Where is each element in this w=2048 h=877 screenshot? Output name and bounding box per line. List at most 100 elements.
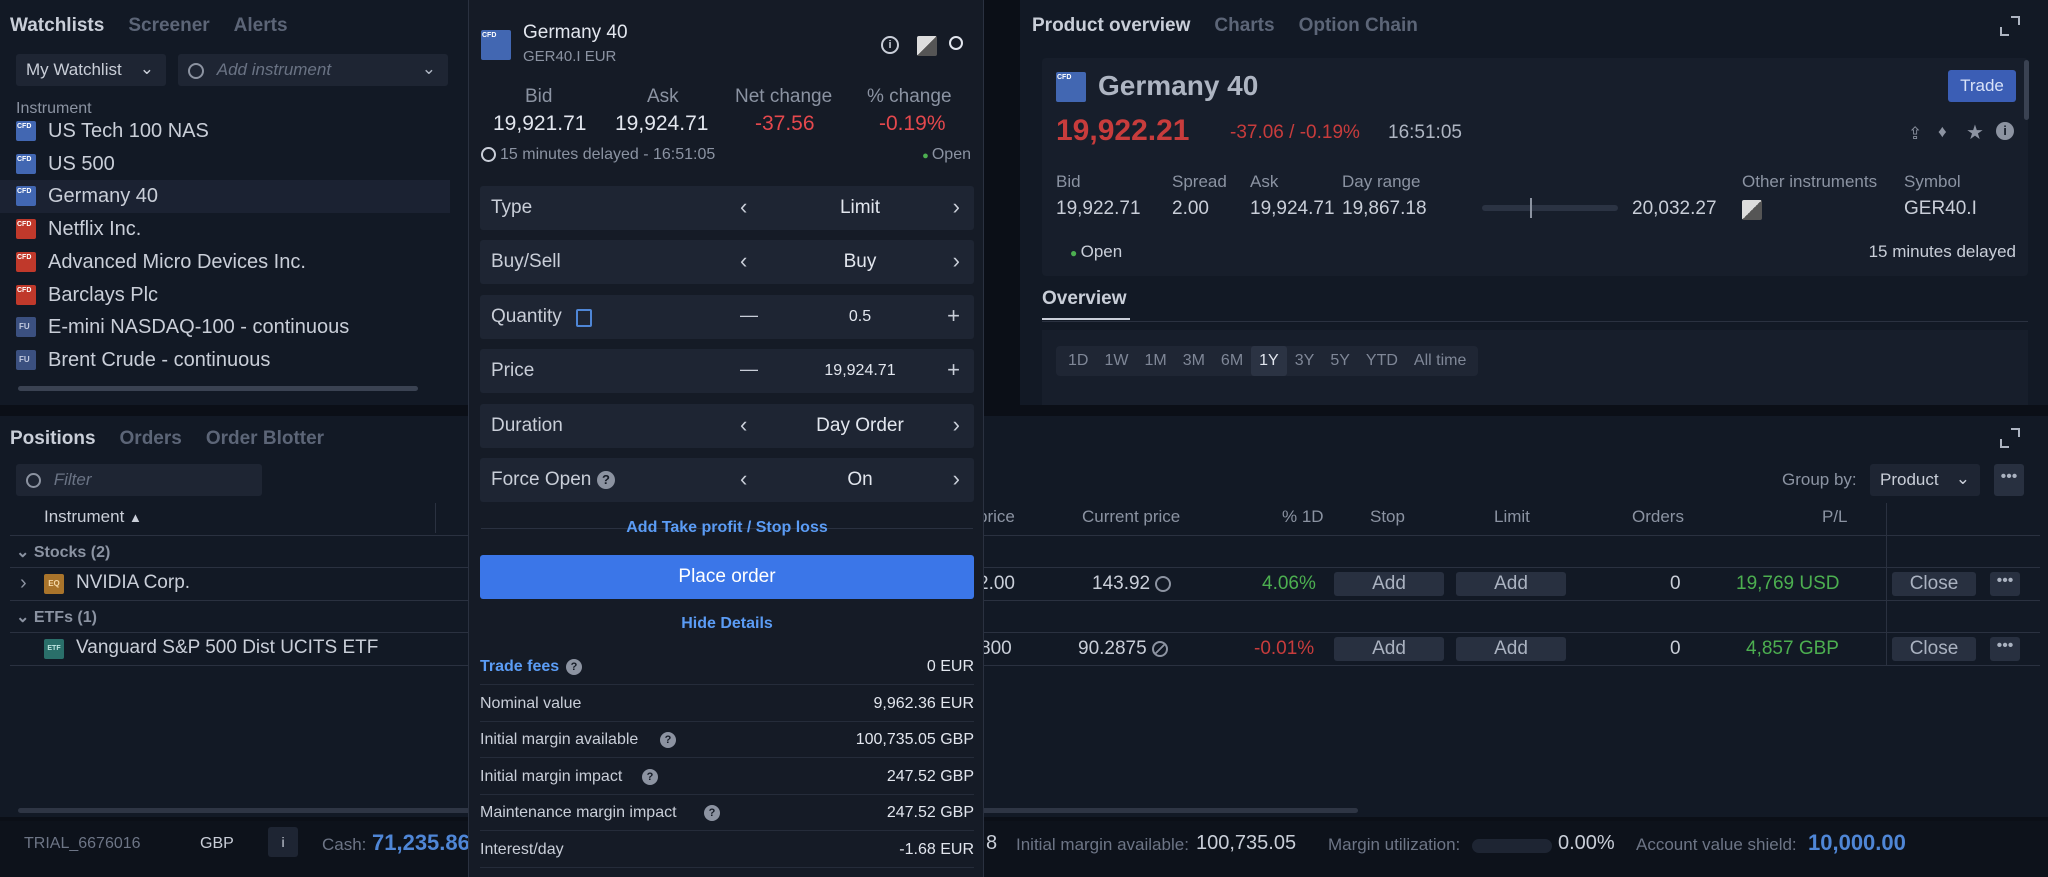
position-name[interactable]: NVIDIA Corp. bbox=[76, 572, 190, 594]
row-more-button[interactable]: ••• bbox=[1990, 572, 2020, 596]
help-icon[interactable]: ? bbox=[704, 805, 720, 822]
column-instrument[interactable]: Instrument ▲ bbox=[44, 507, 142, 527]
chevron-left-icon[interactable]: ‹ bbox=[740, 194, 747, 220]
place-order-button[interactable]: Place order bbox=[480, 555, 974, 599]
account-info-button[interactable]: i bbox=[268, 827, 298, 857]
add-limit-button[interactable]: Add bbox=[1456, 572, 1566, 596]
tab-orders[interactable]: Orders bbox=[120, 428, 182, 450]
column-pl[interactable]: P/L bbox=[1822, 507, 1848, 527]
period-1y[interactable]: 1Y bbox=[1251, 346, 1287, 376]
column-orders[interactable]: Orders bbox=[1632, 507, 1684, 527]
help-icon[interactable]: ? bbox=[642, 768, 658, 785]
watchlist-row[interactable]: Netflix Inc. bbox=[0, 213, 450, 246]
close-position-button[interactable]: Close bbox=[1892, 572, 1976, 596]
chevron-left-icon[interactable]: ‹ bbox=[740, 466, 747, 492]
group-stocks[interactable]: ⌄ Stocks (2) bbox=[16, 542, 110, 562]
field-value[interactable]: 0.5 bbox=[770, 308, 950, 326]
chevron-right-icon[interactable]: › bbox=[20, 572, 27, 595]
field-buy-sell[interactable]: Buy/Sell ‹ Buy › bbox=[480, 240, 974, 285]
row-more-button[interactable]: ••• bbox=[1990, 637, 2020, 661]
bell-icon[interactable]: ♦ bbox=[1938, 122, 1947, 142]
group-by-select[interactable]: Product ⌄ bbox=[1870, 464, 1980, 496]
trade-button[interactable]: Trade bbox=[1948, 70, 2016, 102]
calculator-icon[interactable] bbox=[576, 308, 592, 327]
close-position-button[interactable]: Close bbox=[1892, 637, 1976, 661]
field-force-open[interactable]: Force Open? ‹ On › bbox=[480, 458, 974, 502]
chevron-left-icon[interactable]: ‹ bbox=[740, 412, 747, 438]
ask-value[interactable]: 19,924.71 bbox=[615, 112, 708, 136]
field-value[interactable]: On bbox=[770, 469, 950, 491]
bid-value[interactable]: 19,921.71 bbox=[493, 112, 586, 136]
fullscreen-icon[interactable] bbox=[2000, 16, 2020, 36]
period-ytd[interactable]: YTD bbox=[1358, 346, 1406, 376]
detail-label[interactable]: Trade fees bbox=[480, 658, 559, 676]
hide-details-link[interactable]: Hide Details bbox=[469, 615, 985, 633]
column-stop[interactable]: Stop bbox=[1370, 507, 1405, 527]
period-1w[interactable]: 1W bbox=[1096, 346, 1136, 376]
field-price[interactable]: Price — 19,924.71 + bbox=[480, 349, 974, 394]
period-1m[interactable]: 1M bbox=[1136, 346, 1174, 376]
chart-icon[interactable] bbox=[1742, 200, 1762, 220]
group-etfs[interactable]: ⌄ ETFs (1) bbox=[16, 607, 97, 627]
tab-charts[interactable]: Charts bbox=[1214, 15, 1274, 37]
watchlist-select[interactable]: My Watchlist ⌄ bbox=[16, 54, 166, 86]
plus-icon[interactable]: + bbox=[947, 303, 960, 329]
watchlist-row[interactable]: US Tech 100 NAS bbox=[0, 115, 450, 148]
field-duration[interactable]: Duration ‹ Day Order › bbox=[480, 403, 974, 448]
period-1d[interactable]: 1D bbox=[1060, 346, 1096, 376]
field-value[interactable]: Buy bbox=[770, 251, 950, 273]
tab-order-blotter[interactable]: Order Blotter bbox=[206, 428, 324, 450]
info-icon[interactable]: i bbox=[881, 36, 899, 54]
chevron-right-icon[interactable]: › bbox=[953, 194, 960, 220]
plus-icon[interactable]: + bbox=[947, 357, 960, 383]
add-tp-sl-link[interactable]: Add Take profit / Stop loss bbox=[469, 519, 985, 537]
field-value[interactable]: 19,924.71 bbox=[770, 362, 950, 380]
watchlist-row[interactable]: US 500 bbox=[0, 148, 450, 181]
watchlist-row[interactable]: Advanced Micro Devices Inc. bbox=[0, 246, 450, 279]
star-icon[interactable]: ★ bbox=[1966, 120, 1984, 145]
add-stop-button[interactable]: Add bbox=[1334, 572, 1444, 596]
field-value[interactable]: Day Order bbox=[770, 415, 950, 437]
filter-input[interactable]: Filter bbox=[16, 464, 262, 496]
account-id[interactable]: TRIAL_6676016 bbox=[24, 835, 141, 853]
search-icon[interactable] bbox=[949, 36, 963, 50]
help-icon[interactable]: ? bbox=[660, 732, 676, 749]
tab-product-overview[interactable]: Product overview bbox=[1032, 15, 1190, 37]
period-all-time[interactable]: All time bbox=[1406, 346, 1474, 376]
add-stop-button[interactable]: Add bbox=[1334, 637, 1444, 661]
chevron-right-icon[interactable]: › bbox=[953, 248, 960, 274]
field-value[interactable]: Limit bbox=[770, 197, 950, 219]
watchlist-row[interactable]: Barclays Plc bbox=[0, 279, 450, 312]
tab-option-chain[interactable]: Option Chain bbox=[1299, 15, 1418, 37]
column-current-price[interactable]: Current price bbox=[1082, 507, 1180, 527]
fullscreen-icon[interactable] bbox=[2000, 428, 2020, 448]
period-6m[interactable]: 6M bbox=[1213, 346, 1251, 376]
column-limit[interactable]: Limit bbox=[1494, 507, 1530, 527]
watchlist-row[interactable]: Germany 40 bbox=[0, 180, 450, 214]
chart-icon[interactable] bbox=[917, 36, 937, 56]
position-name[interactable]: Vanguard S&P 500 Dist UCITS ETF bbox=[76, 637, 378, 659]
tab-watchlists[interactable]: Watchlists bbox=[10, 15, 104, 37]
chevron-right-icon[interactable]: › bbox=[953, 466, 960, 492]
minus-icon[interactable]: — bbox=[740, 305, 758, 326]
chevron-left-icon[interactable]: ‹ bbox=[740, 248, 747, 274]
chevron-right-icon[interactable]: › bbox=[953, 412, 960, 438]
period-3y[interactable]: 3Y bbox=[1287, 346, 1323, 376]
share-icon[interactable]: ⇪ bbox=[1908, 124, 1922, 144]
tab-alerts[interactable]: Alerts bbox=[234, 15, 288, 37]
tab-positions[interactable]: Positions bbox=[10, 428, 96, 450]
add-limit-button[interactable]: Add bbox=[1456, 637, 1566, 661]
help-icon[interactable]: ? bbox=[566, 659, 582, 675]
field-type[interactable]: Type ‹ Limit › bbox=[480, 186, 974, 230]
add-instrument-input[interactable]: Add instrument ⌄ bbox=[178, 54, 448, 86]
more-options-button[interactable]: ••• bbox=[1994, 464, 2024, 496]
watchlist-row[interactable]: Brent Crude - continuous bbox=[0, 344, 450, 377]
watchlist-row[interactable]: E-mini NASDAQ-100 - continuous bbox=[0, 311, 450, 344]
scrollbar[interactable] bbox=[2024, 60, 2029, 120]
info-icon[interactable]: i bbox=[1996, 122, 2014, 140]
overview-section-title[interactable]: Overview bbox=[1042, 288, 1127, 310]
column-pct-1d[interactable]: % 1D bbox=[1282, 507, 1324, 527]
help-icon[interactable]: ? bbox=[597, 471, 615, 489]
period-3m[interactable]: 3M bbox=[1175, 346, 1213, 376]
period-5y[interactable]: 5Y bbox=[1322, 346, 1358, 376]
